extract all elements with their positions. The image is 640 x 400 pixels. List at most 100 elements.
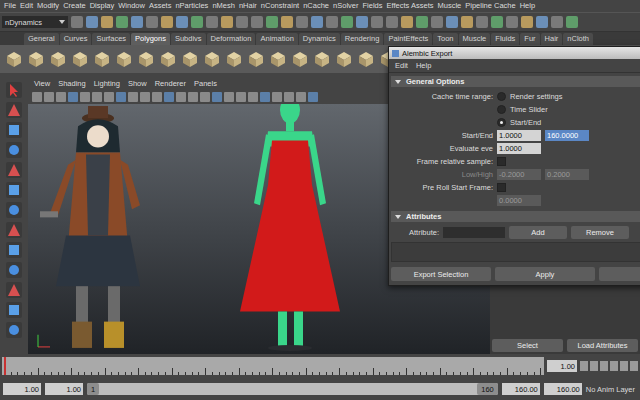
status-tool-icon[interactable]	[491, 16, 503, 28]
tool-icon[interactable]	[5, 281, 23, 299]
attribute-list[interactable]	[391, 242, 640, 262]
shelf-tab[interactable]: Animation	[256, 33, 297, 45]
panel-tool-icon[interactable]	[128, 92, 138, 102]
shelf-tab[interactable]: PaintEffects	[384, 33, 432, 45]
panel-tool-icon[interactable]	[44, 92, 54, 102]
shelf-tab[interactable]: nCloth	[563, 33, 593, 45]
polygon-primitive-icon[interactable]	[158, 49, 178, 69]
playback-icon[interactable]	[630, 361, 638, 371]
side-button[interactable]: Select	[492, 339, 563, 352]
menu-item[interactable]: nCache	[303, 1, 329, 11]
status-tool-icon[interactable]	[401, 16, 413, 28]
tool-icon[interactable]	[5, 201, 23, 219]
number-field[interactable]: -0.2000	[497, 169, 541, 180]
panel-tool-icon[interactable]	[200, 92, 210, 102]
range-start-handle[interactable]: 1	[87, 383, 99, 395]
panel-menu-item[interactable]: Show	[128, 79, 147, 89]
panel-menu-item[interactable]: View	[34, 79, 50, 89]
panel-tool-icon[interactable]	[164, 92, 174, 102]
tool-icon[interactable]	[5, 161, 23, 179]
menu-item[interactable]: Display	[90, 1, 115, 11]
range-end-field[interactable]: 160.00	[502, 383, 540, 395]
status-tool-icon[interactable]	[206, 16, 218, 28]
status-tool-icon[interactable]	[191, 16, 203, 28]
menu-item[interactable]: Effects Assets	[387, 1, 434, 11]
polygon-primitive-icon[interactable]	[180, 49, 200, 69]
section-header[interactable]: General Options	[391, 76, 640, 87]
dialog-menu-item[interactable]: Help	[416, 61, 431, 71]
dialog-menu-item[interactable]: Edit	[395, 61, 408, 71]
status-tool-icon[interactable]	[146, 16, 158, 28]
shelf-tab[interactable]: Hair	[541, 33, 563, 45]
panel-tool-icon[interactable]	[80, 92, 90, 102]
menu-item[interactable]: Assets	[149, 1, 172, 11]
status-tool-icon[interactable]	[431, 16, 443, 28]
playback-icon[interactable]	[600, 361, 608, 371]
status-tool-icon[interactable]	[371, 16, 383, 28]
current-time-field[interactable]: 1.00	[547, 360, 577, 372]
status-tool-icon[interactable]	[71, 16, 83, 28]
panel-tool-icon[interactable]	[140, 92, 150, 102]
menu-item[interactable]: nSolver	[333, 1, 358, 11]
menu-item[interactable]: nParticles	[175, 1, 208, 11]
polygon-primitive-icon[interactable]	[312, 49, 332, 69]
menu-item[interactable]: File	[4, 1, 16, 11]
shelf-tab[interactable]: Fluids	[491, 33, 519, 45]
status-tool-icon[interactable]	[461, 16, 473, 28]
polygon-primitive-icon[interactable]	[356, 49, 376, 69]
menu-item[interactable]: Create	[63, 1, 86, 11]
dialog-button[interactable]	[599, 267, 640, 281]
polygon-primitive-icon[interactable]	[4, 49, 24, 69]
panel-tool-icon[interactable]	[272, 92, 282, 102]
shelf-tab[interactable]: Surfaces	[92, 33, 130, 45]
section-header[interactable]: Attributes	[391, 211, 640, 222]
start-time-field[interactable]: 1.00	[3, 383, 41, 395]
panel-tool-icon[interactable]	[296, 92, 306, 102]
panel-tool-icon[interactable]	[32, 92, 42, 102]
status-tool-icon[interactable]	[86, 16, 98, 28]
shelf-tab[interactable]: Toon	[433, 33, 457, 45]
panel-menu-item[interactable]: Shading	[58, 79, 86, 89]
shelf-tab[interactable]: Curves	[60, 33, 92, 45]
shelf-tab[interactable]: Deformation	[207, 33, 256, 45]
menu-item[interactable]: Muscle	[437, 1, 461, 11]
radio-button[interactable]: Render settings	[497, 92, 563, 101]
panel-tool-icon[interactable]	[116, 92, 126, 102]
tool-icon[interactable]	[5, 261, 23, 279]
number-field[interactable]: 0.2000	[545, 169, 589, 180]
range-end-handle[interactable]: 160	[477, 383, 498, 395]
shelf-tab[interactable]: Subdivs	[171, 33, 206, 45]
status-tool-icon[interactable]	[446, 16, 458, 28]
status-tool-icon[interactable]	[311, 16, 323, 28]
menu-item[interactable]: nMesh	[212, 1, 235, 11]
panel-tool-icon[interactable]	[212, 92, 222, 102]
status-tool-icon[interactable]	[386, 16, 398, 28]
side-button[interactable]: Load Attributes	[567, 339, 638, 352]
shelf-tab[interactable]: Fur	[520, 33, 539, 45]
tool-icon[interactable]	[5, 221, 23, 239]
panel-tool-icon[interactable]	[260, 92, 270, 102]
menu-item[interactable]: Help	[520, 1, 535, 11]
radio-button[interactable]: Time Slider	[497, 105, 548, 114]
menu-item[interactable]: Edit	[20, 1, 33, 11]
time-slider-track[interactable]	[2, 357, 544, 375]
polygon-primitive-icon[interactable]	[246, 49, 266, 69]
number-field[interactable]: 1.0000	[497, 143, 541, 154]
range-bar[interactable]: 1 160	[87, 383, 498, 395]
menu-item[interactable]: Pipeline Cache	[465, 1, 515, 11]
shelf-tab[interactable]: Muscle	[459, 33, 491, 45]
shelf-tab[interactable]: General	[24, 33, 59, 45]
checkbox[interactable]: Pre Roll Start Frame:	[389, 183, 506, 192]
status-tool-icon[interactable]	[131, 16, 143, 28]
dialog-title-bar[interactable]: Alembic Export	[389, 47, 640, 59]
polygon-primitive-icon[interactable]	[224, 49, 244, 69]
shelf-tab[interactable]: Rendering	[341, 33, 384, 45]
menu-set-dropdown[interactable]: nDynamics	[2, 16, 68, 28]
radio-button[interactable]: Start/End	[497, 118, 541, 127]
panel-tool-icon[interactable]	[176, 92, 186, 102]
anim-layer-label[interactable]: No Anim Layer	[586, 385, 637, 394]
menu-item[interactable]: Window	[118, 1, 145, 11]
status-tool-icon[interactable]	[476, 16, 488, 28]
status-tool-icon[interactable]	[266, 16, 278, 28]
status-tool-icon[interactable]	[416, 16, 428, 28]
